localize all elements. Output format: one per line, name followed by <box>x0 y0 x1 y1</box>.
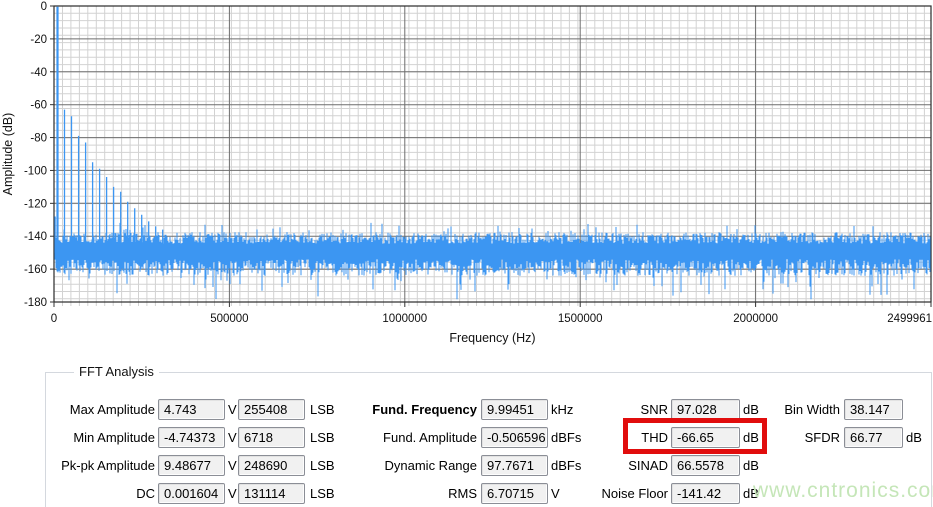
svg-text:-140: -140 <box>24 231 47 243</box>
min-amplitude-label: Min Amplitude <box>30 427 155 448</box>
pkpk-amplitude-lsb-field[interactable]: 248690 <box>238 455 305 476</box>
svg-text:Frequency (Hz): Frequency (Hz) <box>449 331 535 345</box>
max-amplitude-lsb-field[interactable]: 255408 <box>238 399 305 420</box>
svg-text:2499961: 2499961 <box>887 313 932 325</box>
rms-field[interactable]: 6.70715 <box>481 483 548 504</box>
dc-v-unit: V <box>228 483 237 504</box>
svg-text:-160: -160 <box>24 264 47 276</box>
snr-field[interactable]: 97.028 <box>671 399 740 420</box>
sinad-field[interactable]: 66.5578 <box>671 455 740 476</box>
bin-width-label: Bin Width <box>750 399 840 420</box>
sinad-unit: dB <box>743 455 759 476</box>
rms-unit: V <box>551 483 560 504</box>
svg-text:-80: -80 <box>30 133 47 145</box>
svg-text:1500000: 1500000 <box>558 313 603 325</box>
svg-text:2000000: 2000000 <box>733 313 778 325</box>
dc-lsb-unit: LSB <box>310 483 335 504</box>
pkpk-amplitude-v-field[interactable]: 9.48677 <box>158 455 225 476</box>
max-amplitude-v-unit: V <box>228 399 237 420</box>
thd-highlight-box <box>623 418 767 454</box>
dynamic-range-field[interactable]: 97.7671 <box>481 455 548 476</box>
min-amplitude-v-field[interactable]: -4.74373 <box>158 427 225 448</box>
dc-label: DC <box>30 483 155 504</box>
bin-width-field[interactable]: 38.147 <box>844 399 903 420</box>
svg-text:-100: -100 <box>24 165 47 177</box>
svg-text:0: 0 <box>51 313 57 325</box>
dc-v-field[interactable]: 0.001604 <box>158 483 225 504</box>
fund-frequency-label: Fund. Frequency <box>340 399 477 420</box>
noise-floor-field[interactable]: -141.42 <box>671 483 740 504</box>
svg-text:-20: -20 <box>30 34 47 46</box>
svg-text:500000: 500000 <box>210 313 248 325</box>
fft-analyzer-window: 0 -20 -40 -60 -80 -100 -120 -140 -160 -180 0 500000… <box>0 0 933 507</box>
fund-frequency-field[interactable]: 9.99451 <box>481 399 548 420</box>
sinad-label: SINAD <box>560 455 668 476</box>
rms-label: RMS <box>340 483 477 504</box>
pkpk-amplitude-v-unit: V <box>228 455 237 476</box>
min-amplitude-lsb-unit: LSB <box>310 427 335 448</box>
fft-spectrum-plot: 0 -20 -40 -60 -80 -100 -120 -140 -160 -180 0 500000… <box>0 0 933 352</box>
dc-lsb-field[interactable]: 131114 <box>238 483 305 504</box>
panel-title: FFT Analysis <box>74 364 159 379</box>
watermark-text: www.cntronics.com <box>753 479 933 503</box>
sfdr-field[interactable]: 66.77 <box>844 427 903 448</box>
svg-text:Amplitude (dB): Amplitude (dB) <box>1 113 15 196</box>
fund-amplitude-label: Fund. Amplitude <box>340 427 477 448</box>
snr-label: SNR <box>560 399 668 420</box>
svg-text:-60: -60 <box>30 100 47 112</box>
svg-text:-120: -120 <box>24 198 47 210</box>
fund-amplitude-field[interactable]: -0.506596 <box>481 427 548 448</box>
max-amplitude-label: Max Amplitude <box>30 399 155 420</box>
sfdr-unit: dB <box>906 427 922 448</box>
svg-text:-180: -180 <box>24 297 47 309</box>
min-amplitude-lsb-field[interactable]: 6718 <box>238 427 305 448</box>
min-amplitude-v-unit: V <box>228 427 237 448</box>
svg-text:-40: -40 <box>30 67 47 79</box>
noise-floor-label: Noise Floor <box>560 483 668 504</box>
pkpk-amplitude-label: Pk-pk Amplitude <box>30 455 155 476</box>
svg-text:0: 0 <box>41 1 47 13</box>
svg-text:1000000: 1000000 <box>382 313 427 325</box>
max-amplitude-v-field[interactable]: 4.743 <box>158 399 225 420</box>
max-amplitude-lsb-unit: LSB <box>310 399 335 420</box>
pkpk-amplitude-lsb-unit: LSB <box>310 455 335 476</box>
dynamic-range-label: Dynamic Range <box>340 455 477 476</box>
